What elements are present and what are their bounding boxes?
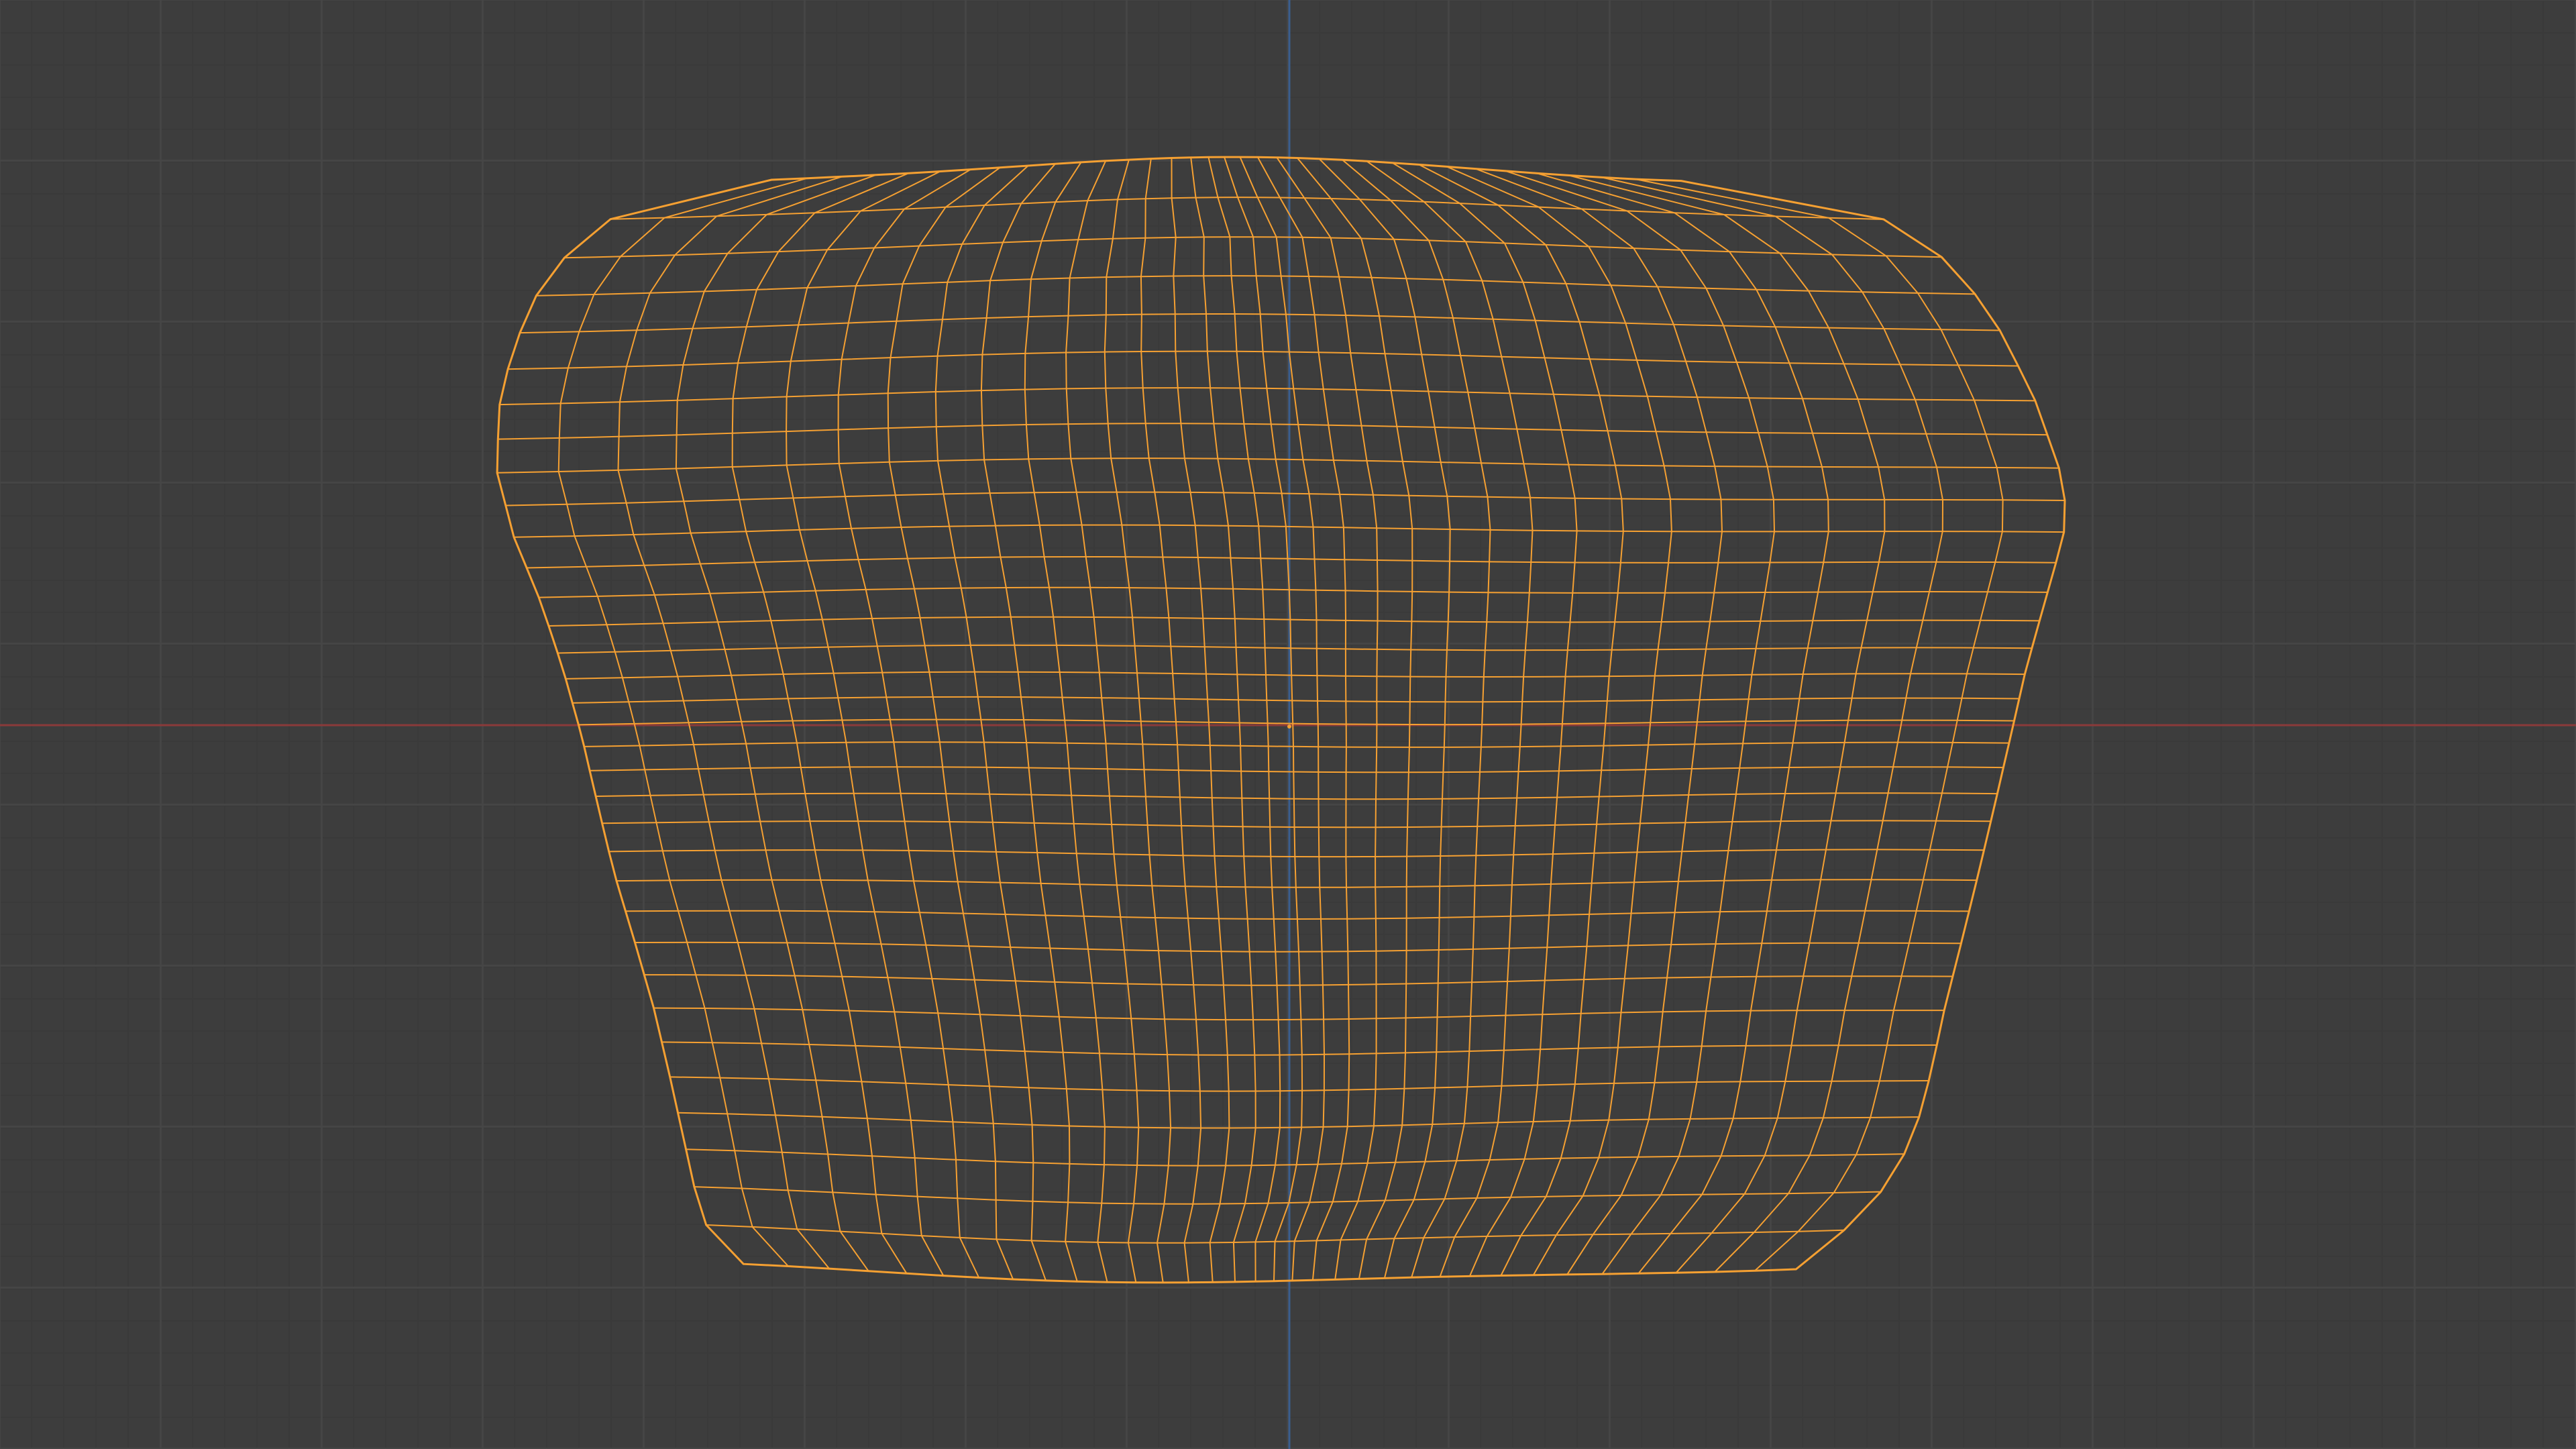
- mesh-edge-ring: [1297, 157, 1413, 1279]
- object-origin-dot: [1287, 724, 1291, 729]
- wireframe-mesh[interactable]: [496, 156, 2066, 1284]
- mesh-edge-ring: [980, 163, 1078, 1282]
- mesh-edge-loop: [694, 1186, 1881, 1205]
- mesh-edge-ring: [1208, 157, 1281, 1282]
- mesh-edge-ring: [1140, 158, 1202, 1283]
- mesh-edge-ring: [887, 166, 1014, 1280]
- mesh-edge-ring: [1318, 158, 1451, 1279]
- mesh-edge-ring: [617, 176, 843, 1269]
- mesh-edge-ring: [837, 168, 980, 1278]
- mesh-edge-loop: [536, 275, 1976, 297]
- mesh-edge-ring: [1446, 166, 1672, 1276]
- mesh-edge-loop: [610, 197, 1884, 220]
- 3d-viewport[interactable]: [0, 0, 2576, 1449]
- viewport-overlay: [0, 0, 2576, 1449]
- mesh-edge-ring: [786, 170, 945, 1277]
- mesh-edge-ring: [1276, 157, 1379, 1280]
- mesh-edge-loop: [771, 156, 1682, 182]
- mesh-edge-ring: [1568, 174, 1886, 1273]
- mesh-edge-ring: [1366, 160, 1534, 1277]
- mesh-edge-ring: [1239, 156, 1325, 1281]
- mesh-edge-ring: [1024, 162, 1108, 1283]
- mesh-edge-ring: [1391, 162, 1578, 1277]
- mesh-edge-loop: [686, 1148, 1904, 1167]
- mesh-edge-ring: [1256, 156, 1350, 1281]
